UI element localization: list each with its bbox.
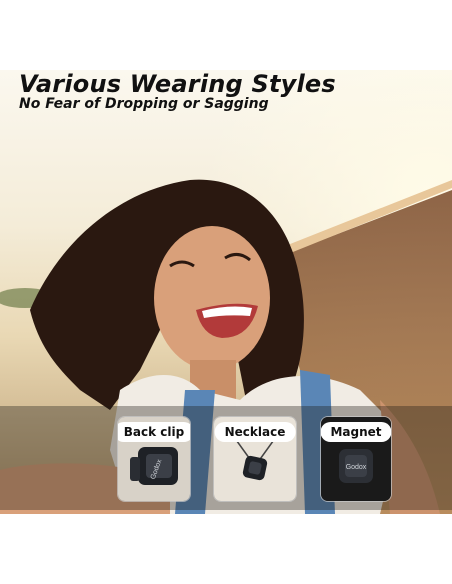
page-subtitle: No Fear of Dropping or Sagging	[19, 96, 269, 112]
wearing-style-label: Magnet	[321, 422, 391, 442]
wearing-style-card-back-clip: Godox Back clip	[117, 416, 191, 502]
page-title: Various Wearing Styles	[19, 70, 336, 98]
wearing-style-label: Necklace	[214, 422, 296, 442]
wearing-style-card-necklace: Necklace	[213, 416, 297, 502]
device-brand-text: Godox	[346, 464, 367, 471]
wearing-style-card-magnet: Godox Magnet	[320, 416, 392, 502]
wearing-style-label: Back clip	[118, 422, 190, 442]
